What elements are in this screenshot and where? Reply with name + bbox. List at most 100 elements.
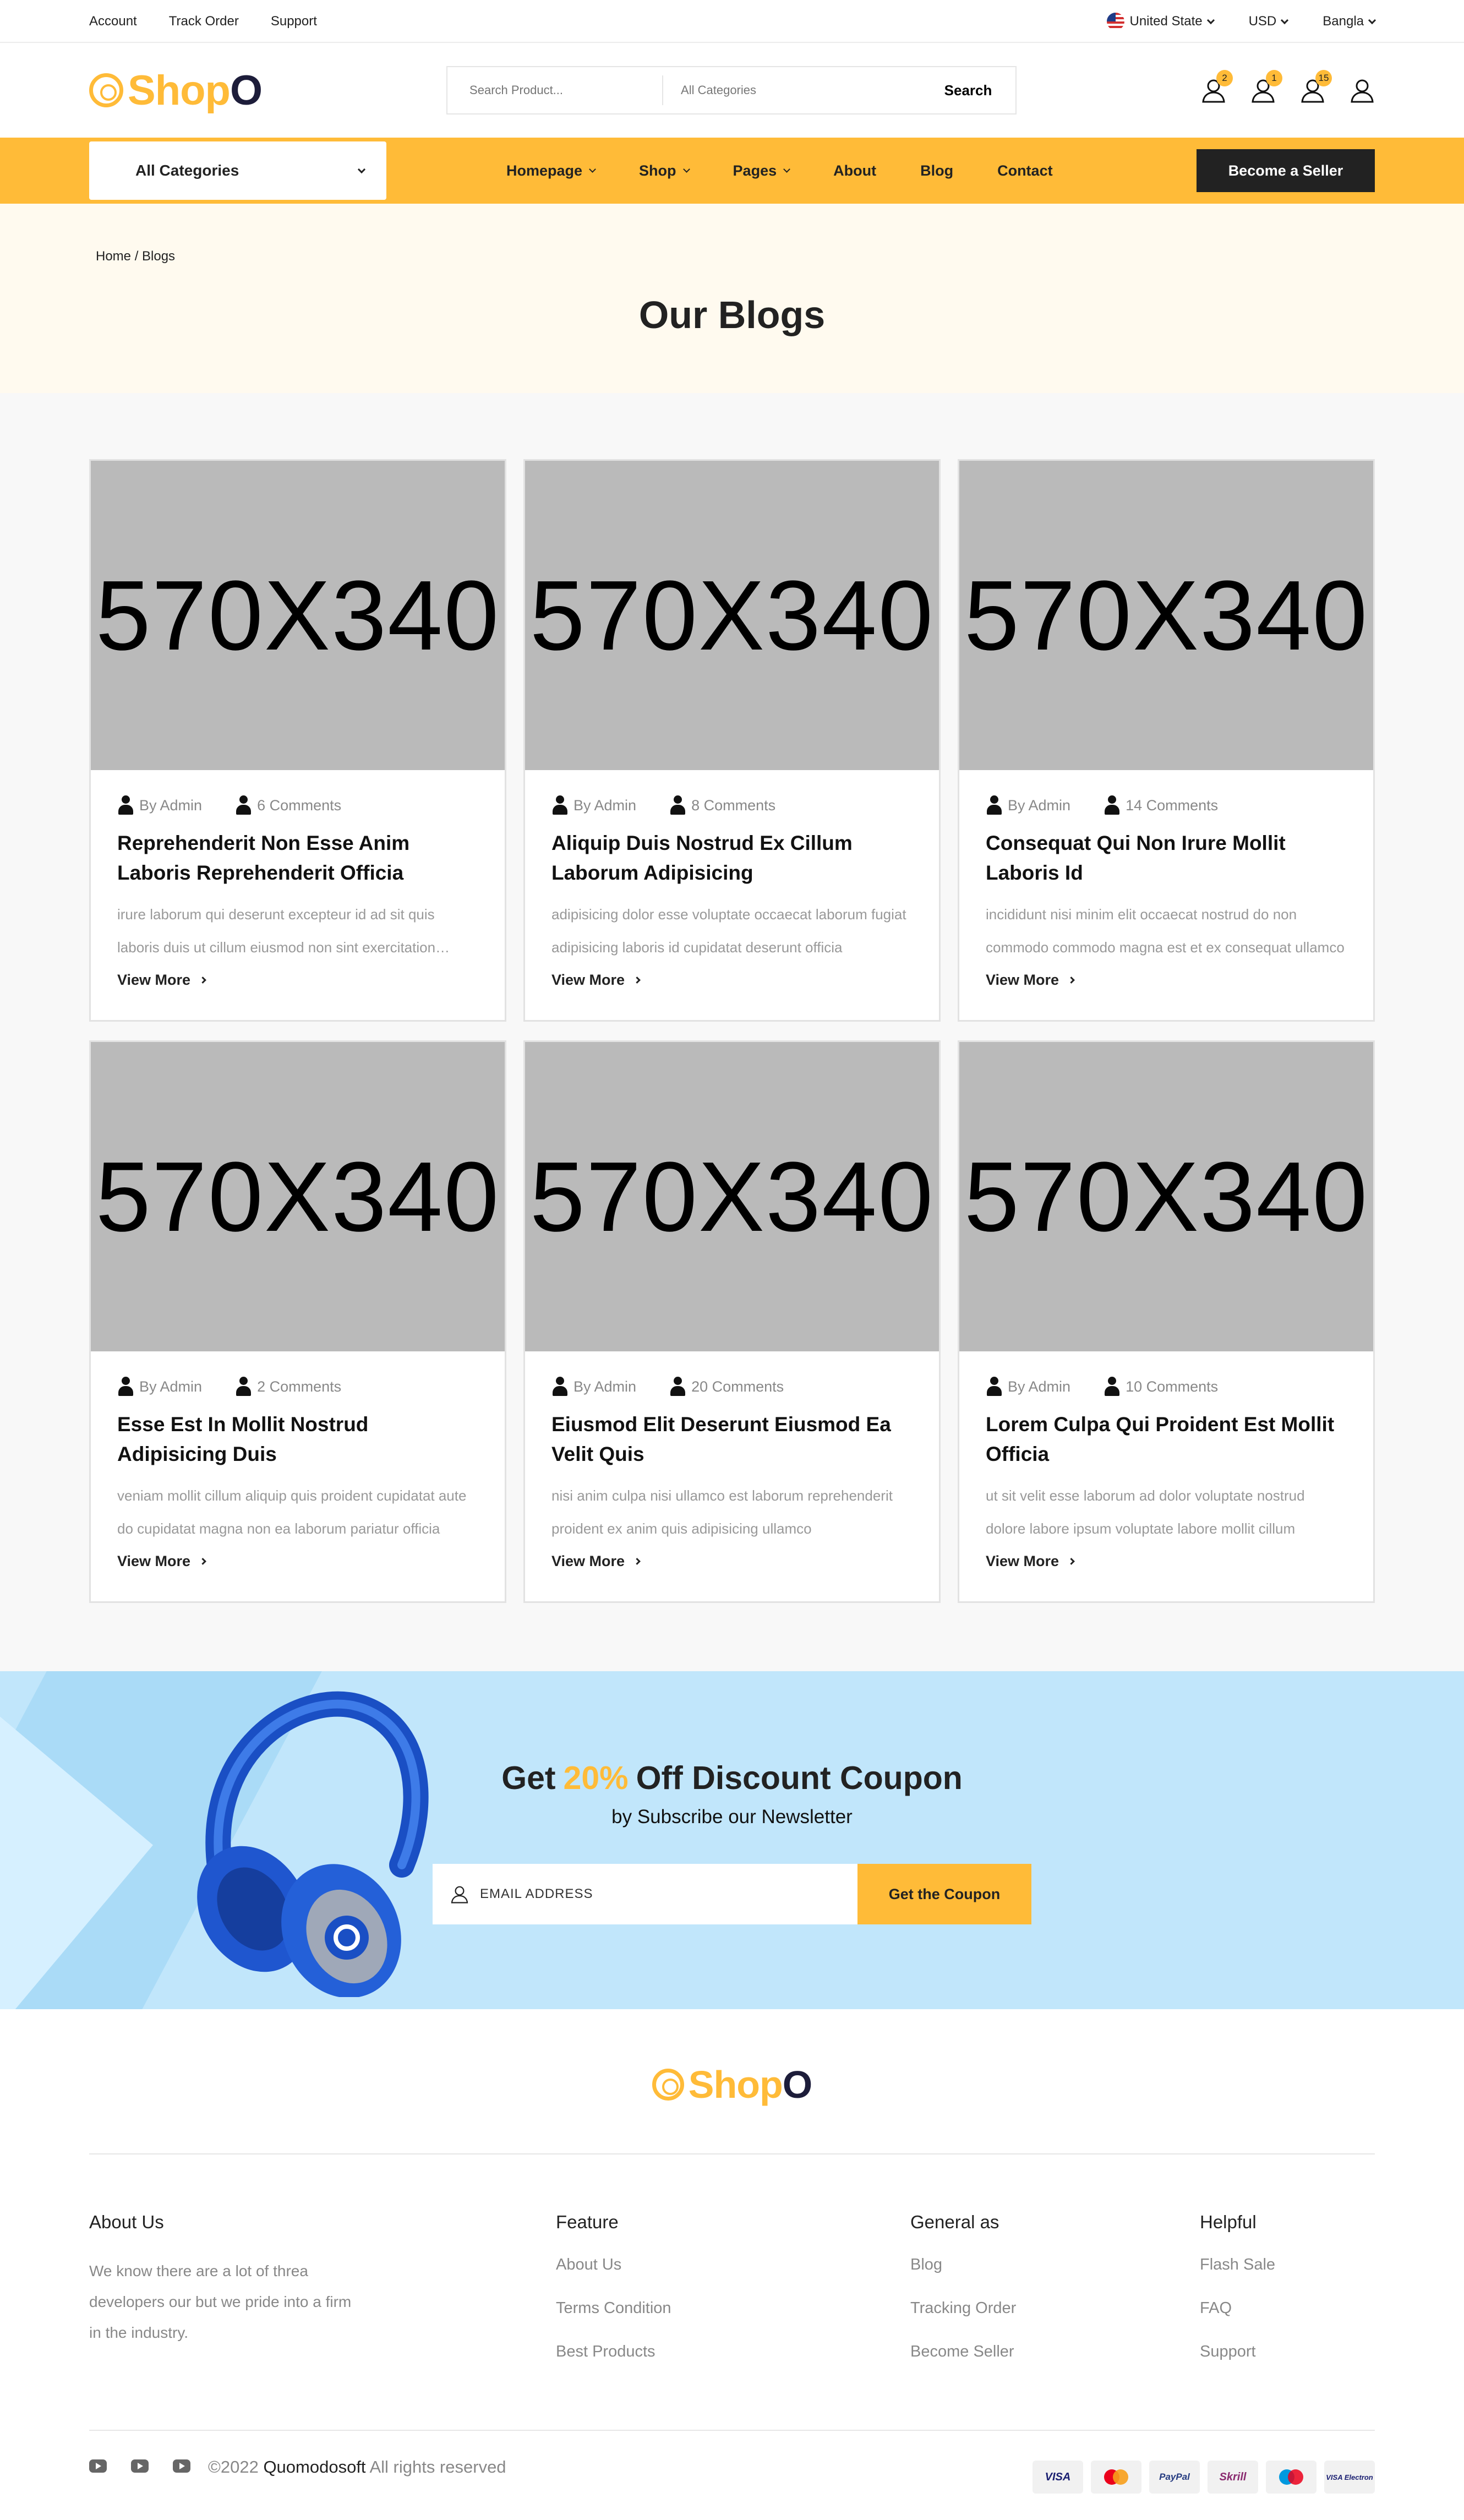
main-nav: All Categories Homepage Shop Pages About… (0, 138, 1464, 204)
currency-select[interactable]: USD (1249, 14, 1289, 29)
blog-image-placeholder[interactable]: 570X340 (525, 1042, 939, 1351)
wishlist-button[interactable]: 1 (1250, 70, 1282, 103)
blog-image-placeholder[interactable]: 570X340 (959, 1042, 1373, 1351)
search-input[interactable] (447, 67, 663, 113)
support-link[interactable]: Support (271, 14, 317, 29)
copyright-year: ©2022 (208, 2457, 259, 2477)
footer-about-text: We know there are a lot of threa develop… (89, 2262, 352, 2341)
nav-item-homepage[interactable]: Homepage (506, 162, 596, 179)
view-more-link[interactable]: View More (551, 1553, 913, 1570)
visa-icon: VISA (1033, 2461, 1083, 2494)
youtube-icon[interactable] (131, 2459, 149, 2473)
footer-link[interactable]: Support (1200, 2343, 1275, 2361)
search-button[interactable]: Search (921, 82, 1015, 99)
view-more-link[interactable]: View More (117, 972, 478, 989)
blog-card[interactable]: 570X340 By Admin 6 Comments Reprehenderit… (89, 459, 506, 1022)
blog-image-placeholder[interactable]: 570X340 (959, 461, 1373, 770)
youtube-icon[interactable] (173, 2459, 190, 2473)
footer-general-title: General as (910, 2212, 999, 2232)
account-button[interactable] (1350, 78, 1375, 103)
all-categories-dropdown[interactable]: All Categories (89, 141, 386, 200)
footer-helpful: Helpful Flash Sale FAQ Support (1200, 2212, 1275, 2386)
blog-title[interactable]: Esse Est In Mollit Nostrud Adipisicing D… (117, 1410, 478, 1469)
view-more-link[interactable]: View More (117, 1553, 478, 1570)
email-field[interactable]: EMAIL ADDRESS (433, 1864, 857, 1924)
nav-item-pages[interactable]: Pages (733, 162, 790, 179)
email-placeholder: EMAIL ADDRESS (480, 1886, 593, 1901)
blog-image-placeholder[interactable]: 570X340 (91, 1042, 505, 1351)
footer-link[interactable]: Blog (910, 2256, 1016, 2274)
user-icon (451, 1886, 468, 1903)
view-more-link[interactable]: View More (551, 972, 913, 989)
user-icon (235, 795, 252, 815)
footer-link[interactable]: Become Seller (910, 2343, 1016, 2361)
footer-about: About Us We know there are a lot of thre… (89, 2212, 353, 2348)
search-category-select[interactable]: All Categories (663, 83, 921, 97)
newsletter-title-rest: Off Discount Coupon (636, 1760, 963, 1796)
blog-excerpt: ut sit velit esse laborum ad dolor volup… (986, 1487, 1305, 1537)
copyright-brand[interactable]: Quomodosoft (263, 2457, 365, 2477)
blog-title[interactable]: Reprehenderit Non Esse Anim Laboris Repr… (117, 828, 478, 888)
blog-title[interactable]: Lorem Culpa Qui Proident Est Mollit Offi… (986, 1410, 1347, 1469)
footer-columns: About Us We know there are a lot of thre… (89, 2154, 1375, 2430)
account-link[interactable]: Account (89, 14, 137, 29)
country-select[interactable]: United State (1106, 13, 1215, 30)
footer-link[interactable]: Tracking Order (910, 2299, 1016, 2317)
blog-card[interactable]: 570X340 By Admin 14 Comments Consequat Qu… (958, 459, 1375, 1022)
view-more-link[interactable]: View More (986, 1553, 1347, 1570)
breadcrumb[interactable]: Home / Blogs (96, 249, 175, 264)
become-seller-button[interactable]: Become a Seller (1197, 149, 1375, 192)
user-icon (551, 1377, 568, 1397)
page-title-section: Home / Blogs Our Blogs (0, 204, 1464, 393)
blog-list-section: 570X340 By Admin 6 Comments Reprehenderit… (0, 393, 1464, 1671)
blog-title[interactable]: Aliquip Duis Nostrud Ex Cillum Laborum A… (551, 828, 913, 888)
maestro-icon (1266, 2461, 1316, 2494)
view-more-label: View More (551, 1553, 625, 1569)
blog-author: By Admin (139, 797, 203, 814)
footer-link[interactable]: FAQ (1200, 2299, 1275, 2317)
social-links (89, 2459, 190, 2473)
logo-text-shop: Shop (688, 2063, 783, 2106)
nav-item-shop[interactable]: Shop (639, 162, 690, 179)
language-select[interactable]: Bangla (1323, 14, 1376, 29)
view-more-link[interactable]: View More (986, 972, 1347, 989)
logo-icon (89, 73, 123, 107)
blog-image-placeholder[interactable]: 570X340 (525, 461, 939, 770)
footer-link[interactable]: Flash Sale (1200, 2256, 1275, 2274)
blog-card[interactable]: 570X340 By Admin 2 Comments Esse Est In M… (89, 1040, 506, 1603)
nav-item-about[interactable]: About (833, 162, 876, 179)
track-order-link[interactable]: Track Order (169, 14, 239, 29)
blog-comments: 6 Comments (257, 797, 342, 814)
blog-card[interactable]: 570X340 By Admin 10 Comments Lorem Culpa … (958, 1040, 1375, 1603)
blog-image-placeholder[interactable]: 570X340 (91, 461, 505, 770)
header-icons: 2 1 15 (1201, 70, 1375, 103)
chevron-down-icon (1368, 16, 1376, 24)
footer-logo[interactable]: ShopO (652, 2063, 812, 2106)
user-icon (235, 1377, 252, 1397)
footer-link[interactable]: About Us (556, 2256, 671, 2274)
blog-card[interactable]: 570X340 By Admin 20 Comments Eiusmod Elit… (523, 1040, 941, 1603)
blog-author: By Admin (573, 797, 637, 814)
nav-item-blog[interactable]: Blog (920, 162, 953, 179)
blog-title[interactable]: Consequat Qui Non Irure Mollit Laboris I… (986, 828, 1347, 888)
footer-link[interactable]: Terms Condition (556, 2299, 671, 2317)
blog-card[interactable]: 570X340 By Admin 8 Comments Aliquip Duis … (523, 459, 941, 1022)
blog-title[interactable]: Eiusmod Elit Deserunt Eiusmod Ea Velit Q… (551, 1410, 913, 1469)
get-coupon-button[interactable]: Get the Coupon (857, 1864, 1031, 1924)
nav-label: Homepage (506, 162, 583, 179)
youtube-icon[interactable] (89, 2459, 107, 2473)
nav-item-contact[interactable]: Contact (997, 162, 1053, 179)
footer-feature: Feature About Us Terms Condition Best Pr… (556, 2212, 671, 2386)
compare-button[interactable]: 2 (1201, 70, 1233, 103)
cart-button[interactable]: 15 (1300, 70, 1332, 103)
newsletter-form: EMAIL ADDRESS Get the Coupon (433, 1864, 1031, 1924)
logo[interactable]: ShopO (89, 67, 263, 114)
chevron-down-icon (783, 166, 790, 173)
chevron-down-icon (589, 166, 596, 173)
user-icon (551, 795, 568, 815)
user-icon (669, 795, 686, 815)
footer-link[interactable]: Best Products (556, 2343, 671, 2361)
paypal-icon: PayPal (1149, 2461, 1200, 2494)
top-bar: Account Track Order Support United State… (0, 0, 1464, 43)
blog-author: By Admin (1008, 797, 1071, 814)
